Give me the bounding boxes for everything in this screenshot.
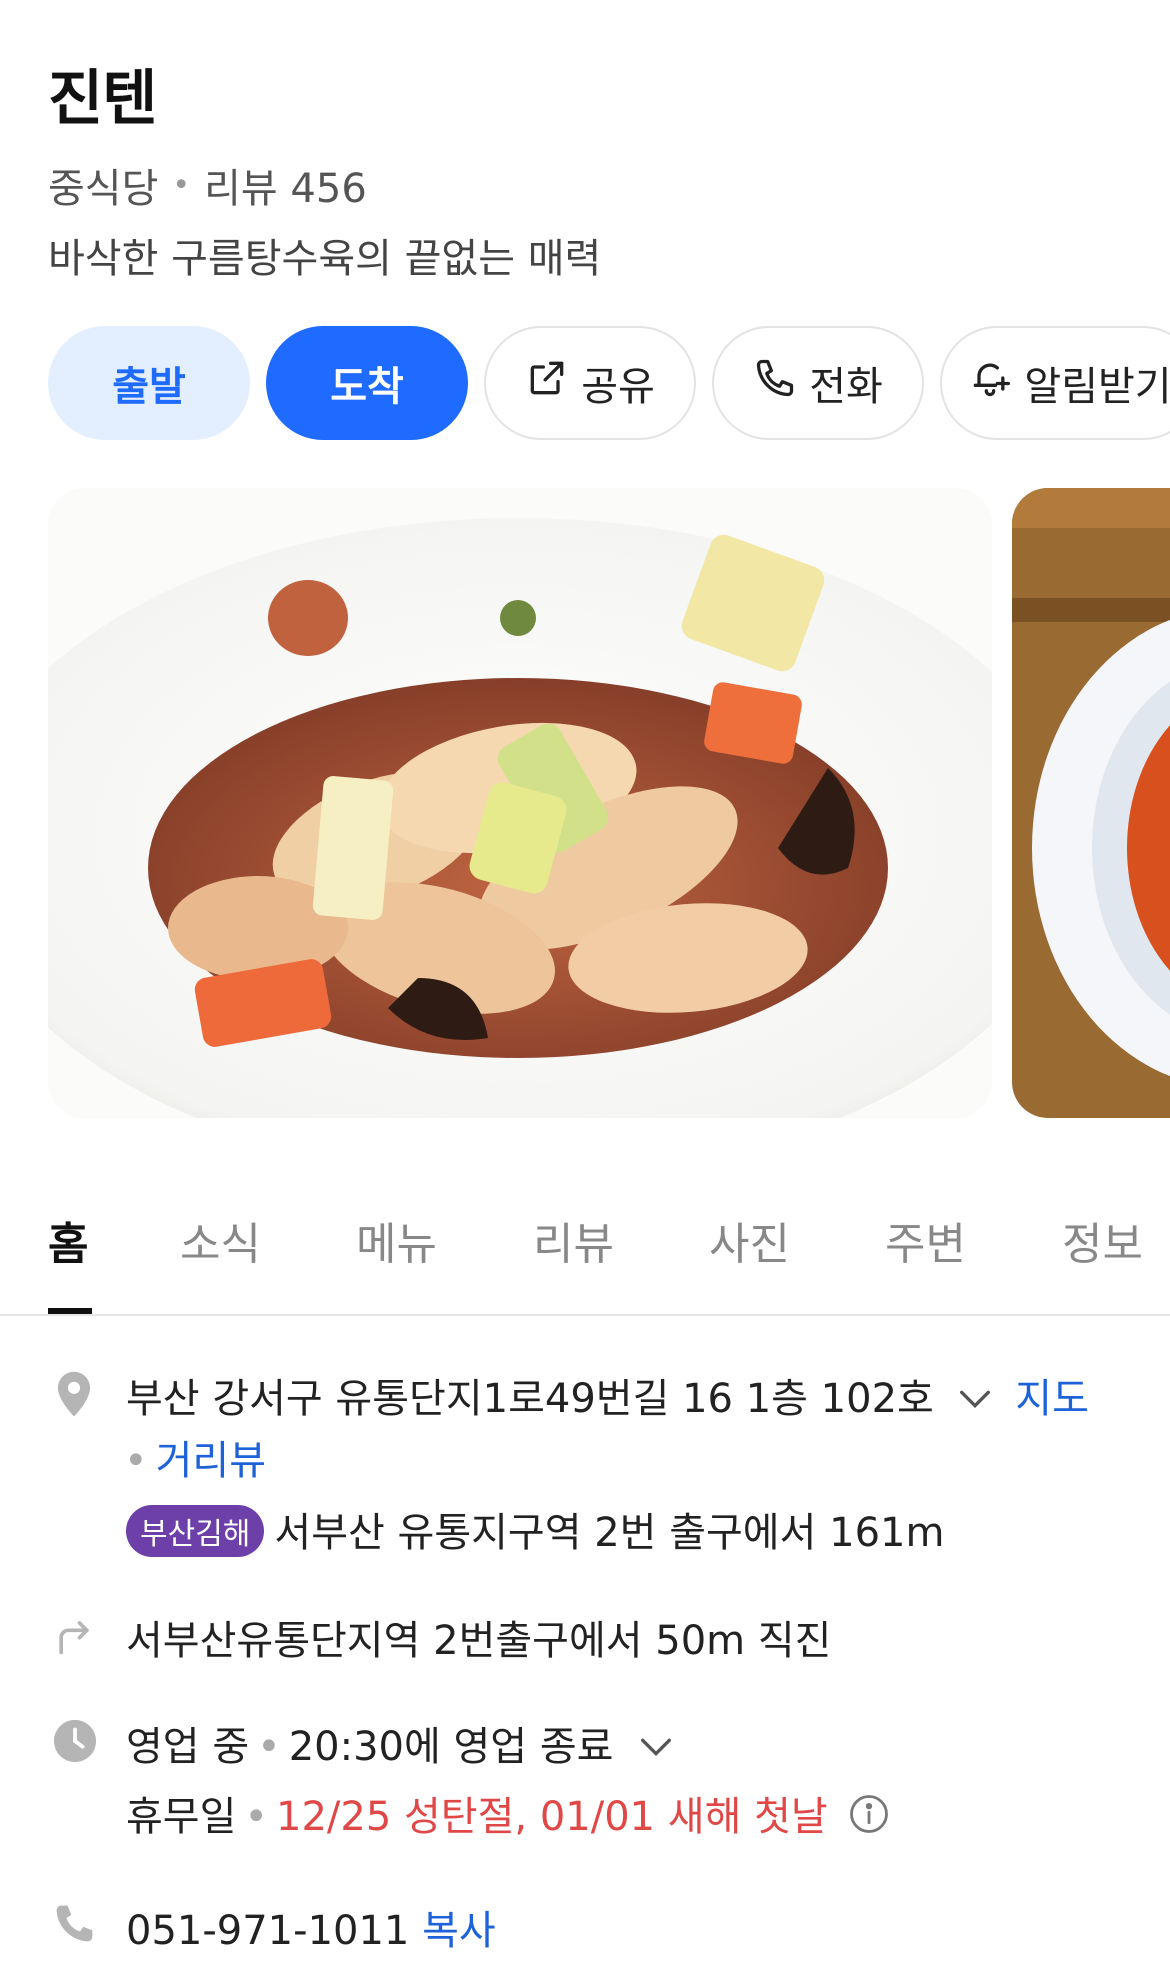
info-circle-icon[interactable] bbox=[848, 1793, 890, 1845]
phone-icon bbox=[52, 1902, 96, 1950]
street-view-link[interactable]: 거리뷰 bbox=[156, 1438, 266, 1484]
tab-menu[interactable]: 메뉴 bbox=[356, 1208, 437, 1272]
address-text: 부산 강서구 유통단지1로49번길 16 1층 102호 bbox=[126, 1376, 934, 1422]
separator-dot: • bbox=[244, 1794, 268, 1840]
call-label: 전화 bbox=[809, 364, 883, 410]
hours-status: 영업 중 bbox=[126, 1724, 250, 1770]
subway-exit-text: 서부산 유통지구역 2번 출구에서 161m bbox=[274, 1510, 945, 1556]
chevron-down-icon[interactable] bbox=[955, 1378, 995, 1424]
review-count-link[interactable]: 리뷰 456 bbox=[204, 156, 367, 214]
closed-days: 12/25 성탄절, 01/01 새해 첫날 bbox=[276, 1794, 828, 1840]
tab-info[interactable]: 정보 bbox=[1062, 1208, 1143, 1272]
tab-bar: 홈 소식 메뉴 리뷰 사진 주변 정보 bbox=[0, 1208, 1170, 1316]
phone-number[interactable]: 051-971-1011 bbox=[126, 1908, 409, 1954]
share-button[interactable]: 공유 bbox=[484, 326, 696, 440]
directions-text: 서부산유통단지역 2번출구에서 50m 직진 bbox=[126, 1618, 832, 1664]
tab-nearby[interactable]: 주변 bbox=[885, 1208, 966, 1272]
arrive-label: 도착 bbox=[330, 364, 404, 410]
bell-plus-icon bbox=[968, 356, 1012, 410]
alarm-button[interactable]: 알림받기 bbox=[940, 326, 1170, 440]
depart-label: 출발 bbox=[112, 364, 186, 410]
separator-dot: • bbox=[257, 1724, 281, 1770]
call-button[interactable]: 전화 bbox=[712, 326, 924, 440]
photo-carousel[interactable] bbox=[48, 488, 1170, 1118]
depart-button[interactable]: 출발 bbox=[48, 326, 250, 440]
tab-photos[interactable]: 사진 bbox=[709, 1208, 790, 1272]
tab-home[interactable]: 홈 bbox=[48, 1208, 88, 1272]
clock-icon bbox=[52, 1718, 98, 1768]
hours-toggle[interactable]: 영업 중 • 20:30에 영업 종료 bbox=[126, 1714, 676, 1772]
food-photo-second[interactable] bbox=[1012, 488, 1170, 1118]
tab-reviews[interactable]: 리뷰 bbox=[533, 1208, 614, 1272]
hours-detail: 20:30에 영업 종료 bbox=[288, 1724, 614, 1770]
place-description: 바삭한 구름탕수육의 끝없는 매력 bbox=[48, 236, 602, 282]
location-pin-icon bbox=[52, 1370, 96, 1424]
closed-label: 휴무일 bbox=[126, 1794, 237, 1840]
arrive-button[interactable]: 도착 bbox=[266, 326, 468, 440]
separator-dot: • bbox=[124, 1438, 148, 1484]
share-icon bbox=[525, 356, 569, 410]
separator-dot: • bbox=[172, 167, 191, 203]
chevron-down-icon[interactable] bbox=[636, 1726, 676, 1772]
food-photo-sweet-and-sour-pork[interactable] bbox=[48, 488, 992, 1118]
place-title: 진텐 bbox=[48, 64, 157, 134]
phone-icon bbox=[753, 356, 797, 410]
action-bar: 출발 도착 공유 전화 알림받기 bbox=[48, 326, 1170, 440]
place-meta: 중식당 • 리뷰 456 bbox=[48, 156, 367, 214]
copy-phone-link[interactable]: 복사 bbox=[422, 1908, 496, 1954]
subway-line-badge: 부산김해 bbox=[126, 1505, 265, 1557]
tab-news[interactable]: 소식 bbox=[180, 1208, 261, 1272]
share-label: 공유 bbox=[581, 364, 655, 410]
alarm-label: 알림받기 bbox=[1024, 364, 1170, 410]
map-link[interactable]: 지도 bbox=[1015, 1376, 1089, 1422]
place-category: 중식당 bbox=[48, 166, 159, 212]
turn-arrow-icon bbox=[52, 1612, 96, 1660]
tab-active-indicator bbox=[48, 1308, 92, 1314]
